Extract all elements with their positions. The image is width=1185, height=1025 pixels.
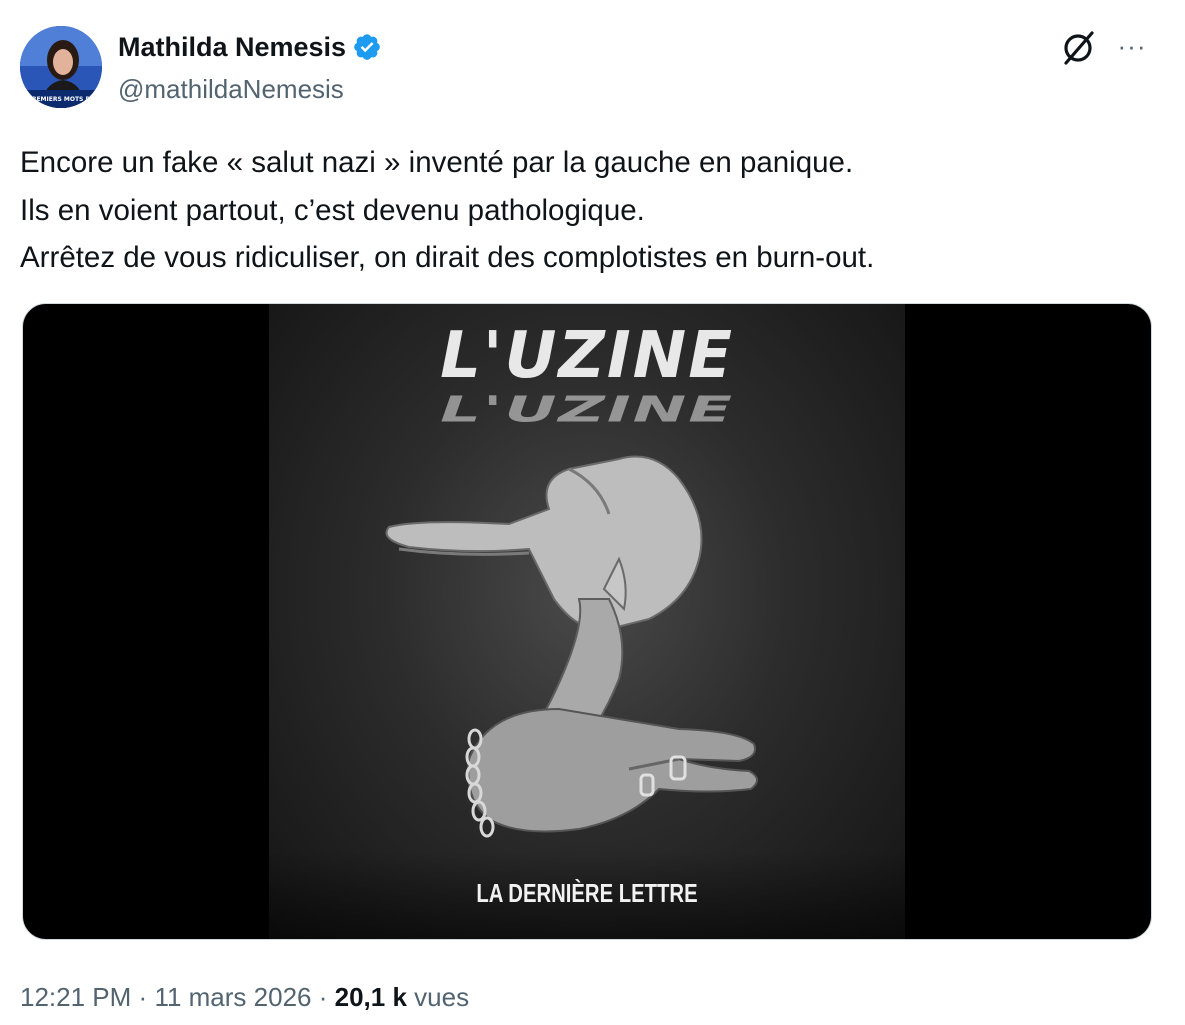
tweet-media[interactable]: L'UZINE L'UZINE LA DERNIÈRE LETTRE	[22, 303, 1152, 940]
tweet-text-line: Arrêtez de vous ridiculiser, on dirait d…	[20, 241, 875, 274]
author-handle[interactable]: @mathildaNemesis	[118, 72, 344, 106]
views-count: 20,1 k	[334, 982, 407, 1012]
verified-badge-icon[interactable]	[352, 32, 382, 62]
album-logo-reflection: L'UZINE	[440, 389, 734, 431]
more-options-icon[interactable]: ···	[1112, 26, 1152, 66]
tweet-meta: 12:21 PM · 11 mars 2026 · 20,1 k vues	[20, 980, 469, 1014]
hands-z-gesture-icon	[385, 455, 758, 838]
tweet-text-line: Encore un fake « salut nazi » inventé pa…	[20, 146, 854, 179]
meta-separator: ·	[318, 982, 328, 1012]
meta-separator: ·	[138, 982, 148, 1012]
album-cover-image: L'UZINE L'UZINE LA DERNIÈRE LETTRE	[269, 304, 905, 939]
views-label: vues	[414, 982, 470, 1012]
album-logo-text: L'UZINE	[440, 319, 734, 393]
tweet-text: Encore un fake « salut nazi » inventé pa…	[20, 139, 1160, 282]
tweet: PREMIERS MOTS DE Mathilda Nemesis @mathi…	[0, 0, 1185, 1025]
display-name[interactable]: Mathilda Nemesis	[118, 30, 346, 64]
tweet-time-link[interactable]: 12:21 PM	[20, 982, 131, 1012]
avatar-photo: PREMIERS MOTS DE	[20, 26, 102, 108]
album-subtitle: LA DERNIÈRE LETTRE	[476, 878, 698, 908]
tweet-text-line: Ils en voient partout, c’est devenu path…	[20, 193, 645, 227]
author-name-row: Mathilda Nemesis	[118, 30, 382, 64]
tweet-date-link[interactable]: 11 mars 2026	[154, 982, 311, 1012]
avatar-caption: PREMIERS MOTS DE	[27, 96, 94, 103]
album-logo: L'UZINE L'UZINE	[269, 324, 905, 440]
grok-icon[interactable]	[1058, 28, 1100, 68]
avatar[interactable]: PREMIERS MOTS DE	[20, 26, 102, 108]
